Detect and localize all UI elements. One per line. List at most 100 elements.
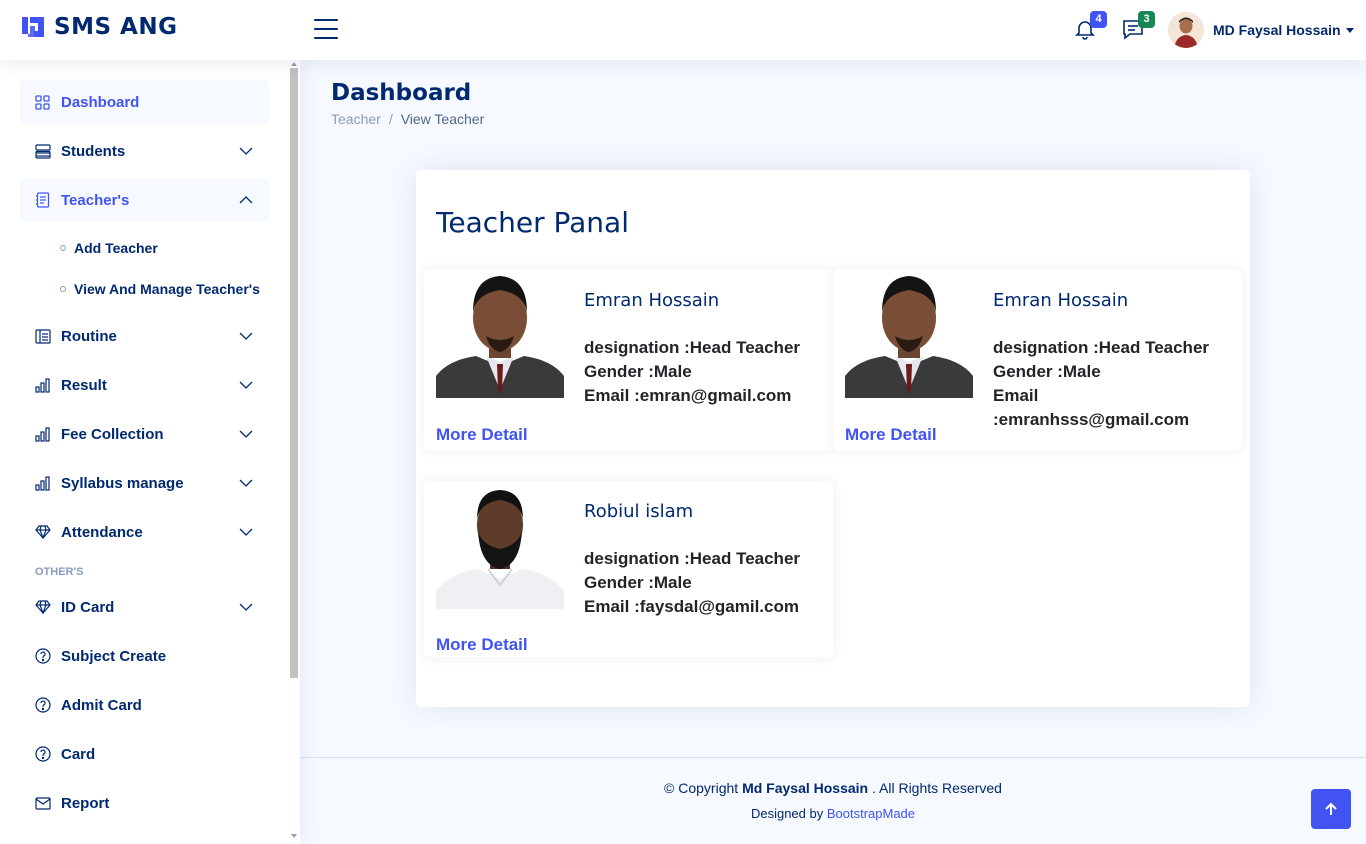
avatar xyxy=(1168,12,1204,48)
sidebar-item-routine[interactable]: Routine xyxy=(20,314,269,358)
teacher-info: designation :Head Teacher Gender :Male E… xyxy=(993,336,1228,432)
messages-badge: 3 xyxy=(1138,11,1155,28)
sidebar-item-attendance[interactable]: Attendance xyxy=(20,510,269,554)
journal-text-icon xyxy=(34,192,51,209)
question-circle-icon xyxy=(34,746,51,763)
chevron-down-icon xyxy=(1345,27,1354,33)
arrow-up-icon xyxy=(1325,802,1337,815)
sidebar-item-students[interactable]: Students xyxy=(20,129,269,173)
hamburger-line xyxy=(314,28,338,30)
top-header: SMS ANG 4 3 MD Faysal Hossain xyxy=(0,0,1366,60)
teacher-gender: Gender :Male xyxy=(584,573,692,592)
bar-chart-icon xyxy=(34,475,51,492)
sidebar-item-admit-card[interactable]: Admit Card xyxy=(20,683,269,727)
teacher-email: Email :faysdal@gamil.com xyxy=(584,597,799,616)
sidebar-item-syllabus-manage[interactable]: Syllabus manage xyxy=(20,461,269,505)
scrollbar-down-arrow[interactable] xyxy=(291,834,297,838)
sidebar-item-teachers[interactable]: Teacher's xyxy=(20,178,269,222)
teacher-panel: Teacher Panal Emran Hossain designation … xyxy=(416,170,1250,707)
sidebar-heading-others: OTHER'S xyxy=(35,566,84,578)
sidebar-item-report[interactable]: Report xyxy=(20,781,269,825)
teacher-name: Robiul islam xyxy=(584,501,694,522)
sidebar-item-id-card[interactable]: ID Card xyxy=(20,585,269,629)
breadcrumb-link-teacher[interactable]: Teacher xyxy=(331,111,381,127)
messages-button[interactable]: 3 xyxy=(1121,11,1155,43)
teacher-name: Emran Hossain xyxy=(584,290,720,311)
sidebar-item-label: Dashboard xyxy=(61,93,140,111)
sidebar: Dashboard Students Teacher's Add Teacher… xyxy=(0,60,300,844)
sidebar-item-label: ID Card xyxy=(61,598,115,616)
sidebar-subitem-label: Add Teacher xyxy=(74,240,158,256)
more-detail-link[interactable]: More Detail xyxy=(845,425,937,445)
sidebar-item-label: Routine xyxy=(61,327,117,345)
chevron-down-icon xyxy=(239,528,253,536)
copyright-suffix: . All Rights Reserved xyxy=(868,780,1002,796)
bootstrapmade-link[interactable]: BootstrapMade xyxy=(827,806,915,821)
chevron-down-icon xyxy=(239,147,253,155)
layout-text-icon xyxy=(34,328,51,345)
back-to-top-button[interactable] xyxy=(1311,789,1351,829)
teacher-card: Emran Hossain designation :Head Teacher … xyxy=(424,270,833,450)
page-title: Dashboard xyxy=(331,80,472,106)
sidebar-item-label: Attendance xyxy=(61,523,143,541)
question-circle-icon xyxy=(34,648,51,665)
sidebar-item-card[interactable]: Card xyxy=(20,732,269,776)
breadcrumb-separator: / xyxy=(388,111,393,127)
notifications-badge: 4 xyxy=(1090,11,1107,28)
teacher-photo xyxy=(436,270,564,398)
more-detail-link[interactable]: More Detail xyxy=(436,425,528,445)
sidebar-item-label: Fee Collection xyxy=(61,425,164,443)
sidebar-subitem-view-manage-teachers[interactable]: View And Manage Teacher's xyxy=(60,281,260,297)
teacher-card: Robiul islam designation :Head Teacher G… xyxy=(424,481,833,657)
sidebar-item-label: Students xyxy=(61,142,126,160)
sidebar-scrollbar[interactable] xyxy=(290,68,298,678)
copyright: © Copyright Md Faysal Hossain . All Righ… xyxy=(300,780,1366,796)
grid-icon xyxy=(34,94,51,111)
logo[interactable]: SMS ANG xyxy=(20,14,177,40)
copyright-name: Md Faysal Hossain xyxy=(742,780,869,796)
teacher-gender: Gender :Male xyxy=(584,362,692,381)
envelope-icon xyxy=(34,795,51,812)
teacher-gender: Gender :Male xyxy=(993,362,1101,381)
hamburger-line xyxy=(314,37,338,39)
logo-text: SMS ANG xyxy=(54,14,178,40)
sidebar-item-result[interactable]: Result xyxy=(20,363,269,407)
hamburger-line xyxy=(314,19,338,21)
chevron-up-icon xyxy=(239,196,253,204)
breadcrumb-current: View Teacher xyxy=(400,111,485,127)
sidebar-toggle-button[interactable] xyxy=(314,19,338,41)
profile-dropdown[interactable]: MD Faysal Hossain xyxy=(1168,12,1354,48)
bar-chart-icon xyxy=(34,426,51,443)
sidebar-item-label: Report xyxy=(61,794,110,812)
sidebar-item-label: Result xyxy=(61,376,107,394)
sidebar-item-dashboard[interactable]: Dashboard xyxy=(20,80,269,124)
question-circle-icon xyxy=(34,697,51,714)
sidebar-item-label: Teacher's xyxy=(61,191,130,209)
notifications-button[interactable]: 4 xyxy=(1073,11,1107,43)
circle-icon xyxy=(60,286,66,292)
sidebar-subitem-add-teacher[interactable]: Add Teacher xyxy=(60,240,158,256)
credits: Designed by BootstrapMade xyxy=(300,806,1366,821)
sidebar-item-fee-collection[interactable]: Fee Collection xyxy=(20,412,269,456)
teacher-email: Email :emranhsss@gmail.com xyxy=(993,386,1190,429)
bar-chart-icon xyxy=(34,377,51,394)
chevron-down-icon xyxy=(239,603,253,611)
gem-icon xyxy=(34,524,51,541)
sidebar-item-label: Admit Card xyxy=(61,696,142,714)
teacher-designation: designation :Head Teacher xyxy=(584,549,801,568)
profile-name: MD Faysal Hossain xyxy=(1213,22,1341,38)
scrollbar-up-arrow[interactable] xyxy=(291,62,297,66)
sidebar-item-subject-create[interactable]: Subject Create xyxy=(20,634,269,678)
teacher-designation: designation :Head Teacher xyxy=(584,338,801,357)
teacher-photo xyxy=(845,270,973,398)
more-detail-link[interactable]: More Detail xyxy=(436,635,528,655)
circle-icon xyxy=(60,245,66,251)
teacher-email: Email :emran@gmail.com xyxy=(584,386,792,405)
footer: © Copyright Md Faysal Hossain . All Righ… xyxy=(300,757,1366,844)
credits-label: Designed by xyxy=(750,806,827,821)
sidebar-item-label: Card xyxy=(61,745,96,763)
sidebar-item-label: Subject Create xyxy=(61,647,167,665)
chevron-down-icon xyxy=(239,430,253,438)
menu-button-icon xyxy=(34,143,51,160)
chevron-down-icon xyxy=(239,479,253,487)
